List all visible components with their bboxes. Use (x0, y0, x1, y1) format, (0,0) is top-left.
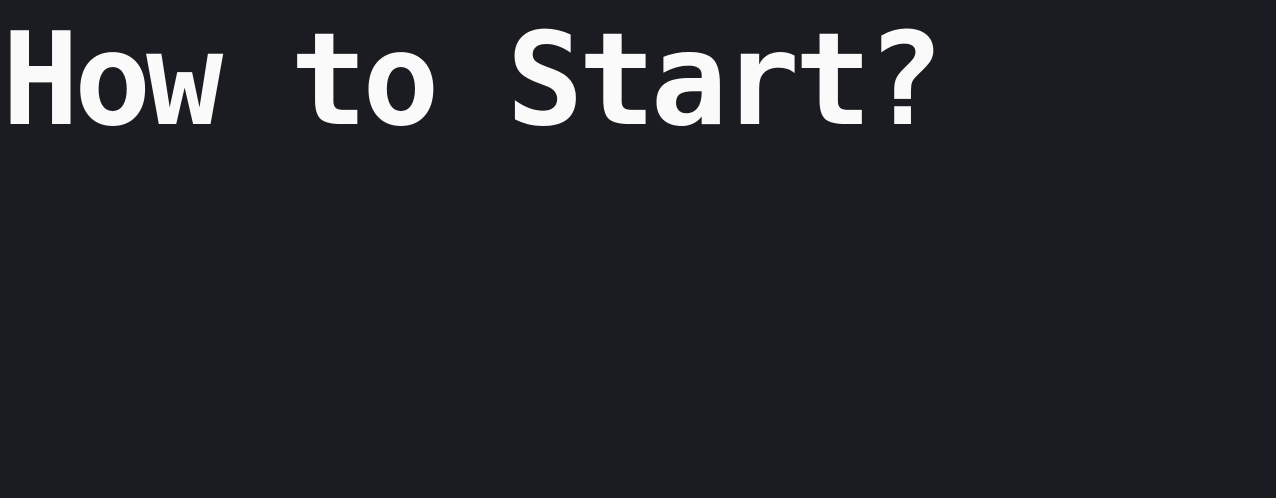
page-canvas: How to Start? (0, 0, 1276, 498)
page-heading: How to Start? (2, 6, 944, 155)
